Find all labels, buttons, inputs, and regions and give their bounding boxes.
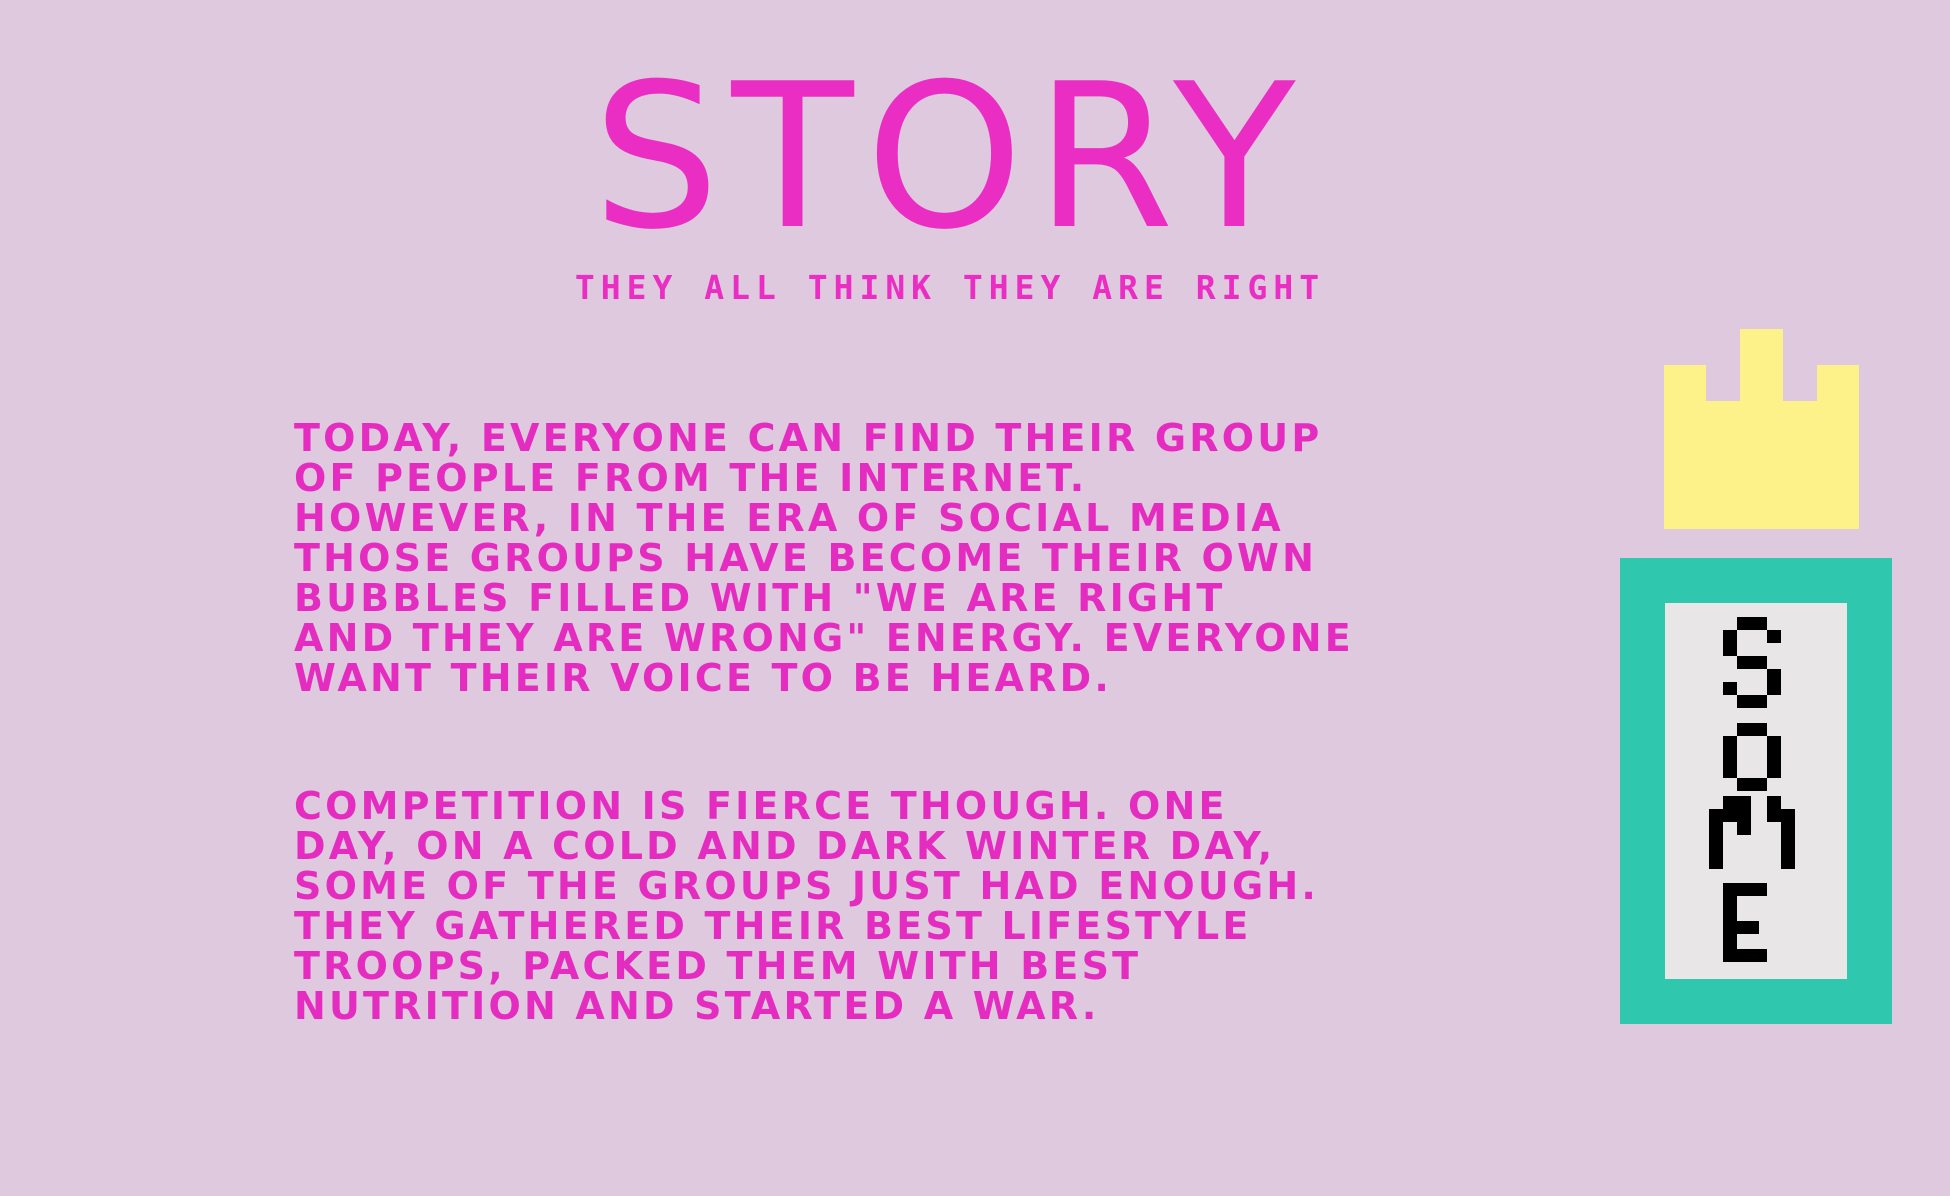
- page-subtitle: THEY ALL THINK THEY ARE RIGHT: [574, 268, 1326, 307]
- story-paragraph-1: TODAY, EVERYONE CAN FIND THEIR GROUP OF …: [294, 416, 1354, 700]
- pixel-crown-icon: [1664, 329, 1859, 529]
- page-title: STORY: [592, 41, 1308, 274]
- some-pixel-word: [1709, 617, 1795, 962]
- some-emblem: SOME: [1620, 558, 1892, 1024]
- some-emblem-panel: SOME: [1665, 603, 1847, 979]
- story-paragraph-2: COMPETITION IS FIERCE THOUGH. ONE DAY, O…: [294, 784, 1319, 1028]
